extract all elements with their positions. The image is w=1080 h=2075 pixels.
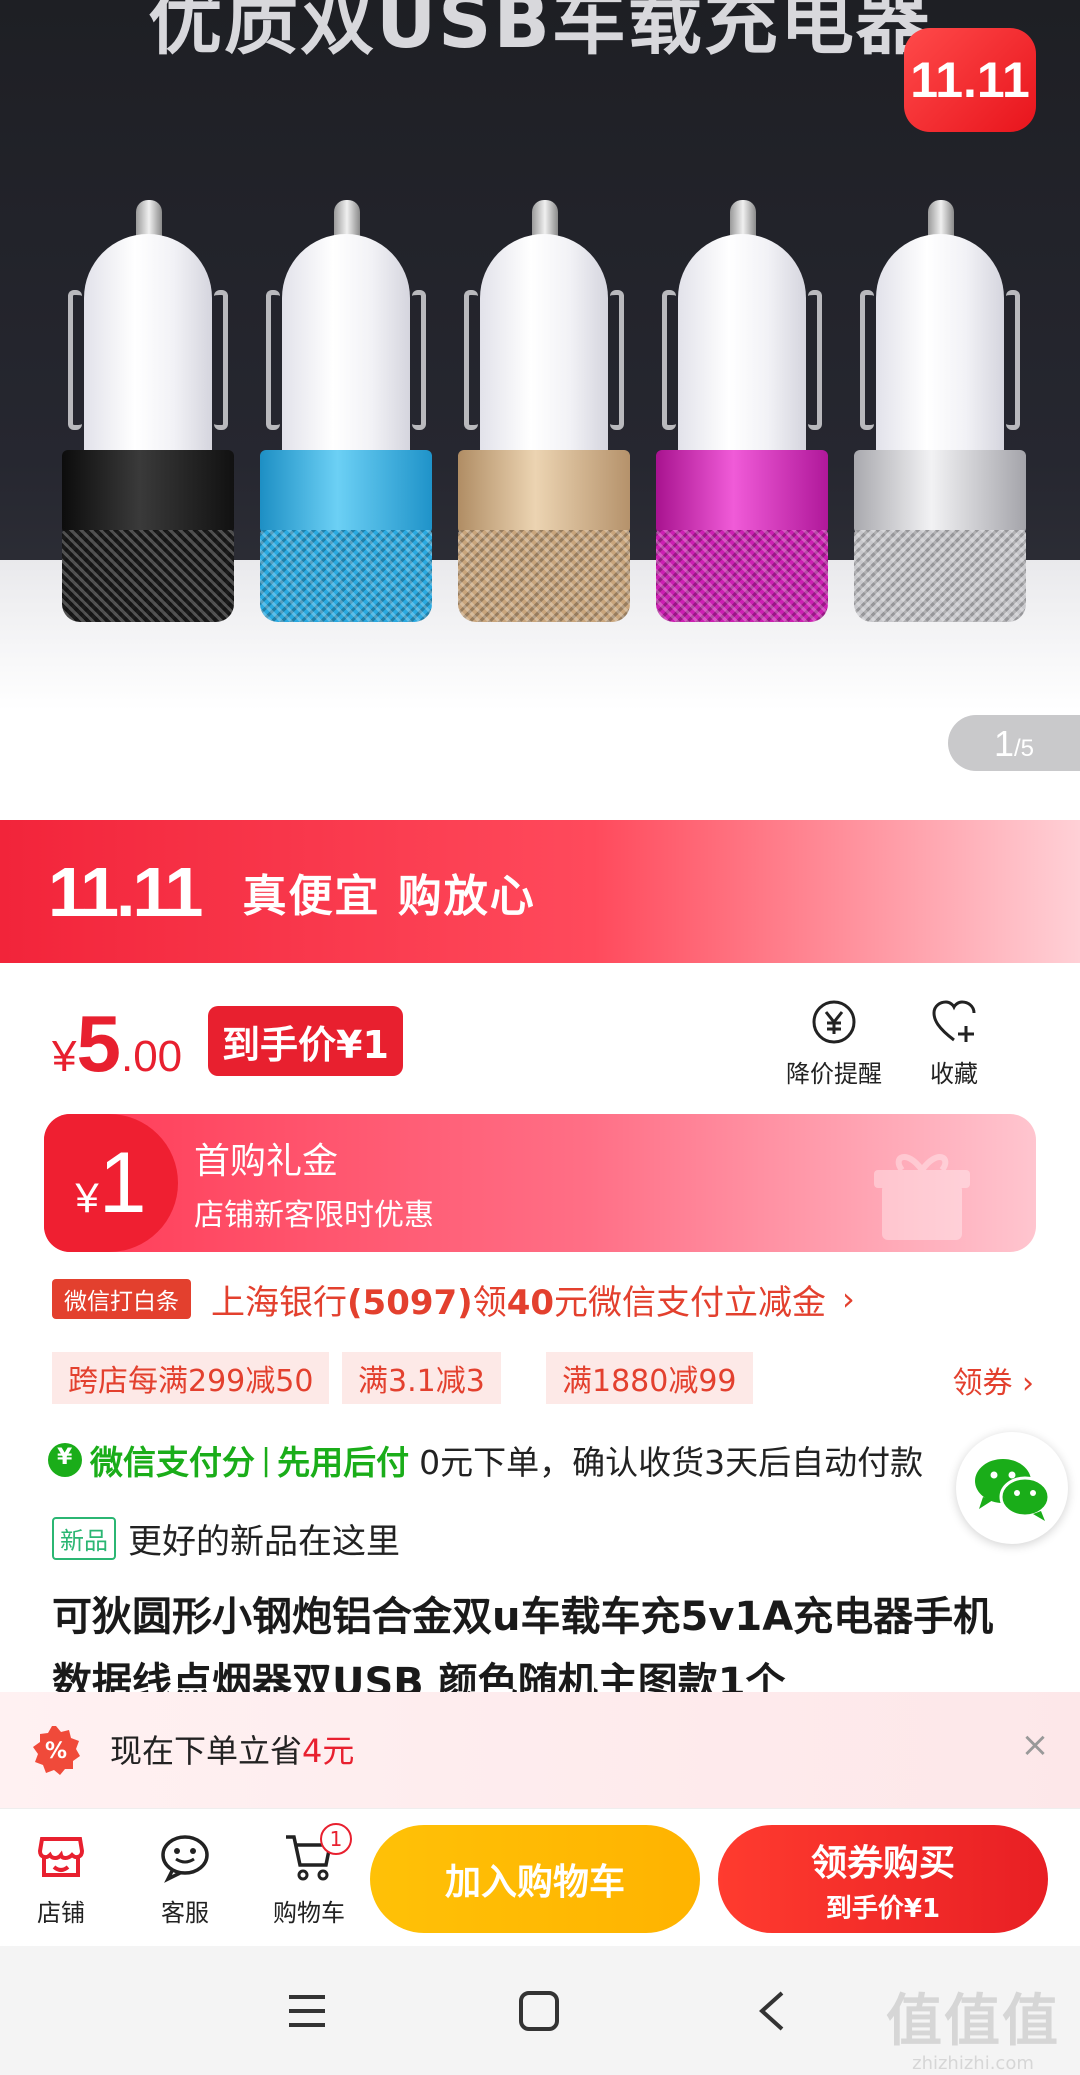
customer-service-icon xyxy=(161,1835,209,1883)
coupon-subtitle: 店铺新客限时优惠 xyxy=(194,1198,434,1233)
charger-magenta xyxy=(656,200,828,660)
price-symbol: ¥ xyxy=(52,1032,77,1081)
wechat-pay-score-icon xyxy=(48,1443,82,1477)
coupon-title: 首购礼金 xyxy=(194,1141,339,1182)
store-button[interactable]: 店铺 xyxy=(6,1829,116,1928)
wechat-share-button[interactable] xyxy=(956,1432,1068,1544)
price-alert-icon xyxy=(812,1000,856,1044)
pay-score-separator: | xyxy=(261,1442,272,1478)
new-item-text: 更好的新品在这里 xyxy=(128,1521,400,1562)
final-price-tag: 到手价¥1 xyxy=(208,1006,403,1076)
image-counter-current: 1 xyxy=(993,723,1014,764)
double11-badge: 11.11 xyxy=(904,28,1036,132)
pay-later-row[interactable]: 微信支付分 | 先用后付 0元下单，确认收货3天后自动付款 xyxy=(48,1432,923,1488)
svg-text:%: % xyxy=(45,1739,67,1764)
bottom-action-bar: 店铺 客服 购物车 1 加入购物车 领券购买 到手价¥1 xyxy=(0,1808,1080,1946)
customer-service-button[interactable]: 客服 xyxy=(130,1829,240,1928)
product-image-carousel[interactable]: 优质双USB车载充电器 11.11 1 /5 xyxy=(0,0,1080,820)
first-purchase-coupon[interactable]: ¥ 1 首购礼金 店铺新客限时优惠 xyxy=(44,1114,1036,1252)
home-icon xyxy=(519,1991,559,2031)
site-watermark: 值值值 zhizhizhi.com xyxy=(886,1976,1060,2074)
back-icon xyxy=(759,1991,784,2031)
home-button[interactable] xyxy=(504,1976,574,2046)
save-now-bar[interactable]: % 现在下单立省4元 × xyxy=(0,1692,1080,1808)
recent-apps-icon xyxy=(289,1995,325,2027)
heart-plus-icon xyxy=(932,1000,976,1042)
new-item-tag: 新品 xyxy=(52,1516,116,1560)
pay-later-description: 0元下单，确认收货3天后自动付款 xyxy=(419,1443,924,1482)
pay-later-feature: 先用后付 xyxy=(277,1443,410,1482)
discount-chip[interactable]: 满3.1减3 xyxy=(342,1352,501,1404)
price-alert-label: 降价提醒 xyxy=(786,1060,882,1088)
wechat-credit-promo[interactable]: 微信打白条 上海银行(5097)领40元微信支付立减金 › xyxy=(52,1274,855,1324)
coupon-value: 1 xyxy=(98,1135,147,1231)
wechat-icon xyxy=(975,1459,1051,1521)
discount-chips: 跨店每满299减50 满3.1减3 满1880减99 领券 › xyxy=(52,1352,1042,1404)
charger-blue xyxy=(260,200,432,660)
coupon-amount: ¥ 1 xyxy=(44,1114,178,1252)
watermark-logo: 值值值 xyxy=(886,1989,1060,2054)
coupon-buy-price: 到手价¥1 xyxy=(825,1893,941,1924)
double11-logo: 11.11 xyxy=(48,852,203,931)
image-counter: 1 /5 xyxy=(948,715,1080,771)
double11-promo-banner[interactable]: 11.11 真便宜 购放心 xyxy=(0,820,1080,963)
charger-silver xyxy=(854,200,1026,660)
current-price: ¥ 5 .00 xyxy=(52,998,182,1090)
price-integer: 5 xyxy=(76,999,121,1088)
bank-promo-text: 上海银行(5097)领40元微信支付立减金 xyxy=(211,1282,827,1323)
coupon-buy-label: 领券购买 xyxy=(810,1842,955,1884)
discount-chip[interactable]: 满1880减99 xyxy=(546,1352,753,1404)
customer-service-label: 客服 xyxy=(161,1899,209,1927)
charger-gold xyxy=(458,200,630,660)
save-now-text: 现在下单立省4元 xyxy=(110,1732,355,1770)
product-title: 可狄圆形小钢炮铝合金双u车载车充5v1A充电器手机数据线点烟器双USB 颜色随机… xyxy=(52,1594,994,1696)
wechat-credit-tag: 微信打白条 xyxy=(52,1279,191,1319)
recent-apps-button[interactable] xyxy=(272,1976,342,2046)
cart-count-badge: 1 xyxy=(320,1823,352,1855)
cart-button[interactable]: 购物车 1 xyxy=(254,1823,364,1928)
system-navigation-bar: 值值值 zhizhizhi.com xyxy=(0,1946,1080,2075)
image-counter-total: /5 xyxy=(1014,735,1035,762)
store-label: 店铺 xyxy=(37,1899,85,1927)
close-icon[interactable]: × xyxy=(1012,1722,1058,1768)
gift-box-icon xyxy=(874,1154,970,1240)
favorite-label: 收藏 xyxy=(930,1060,978,1088)
add-to-cart-button[interactable]: 加入购物车 xyxy=(370,1825,700,1933)
store-icon xyxy=(37,1837,85,1877)
back-button[interactable] xyxy=(736,1976,806,2046)
cart-label: 购物车 xyxy=(273,1899,345,1927)
price-row: ¥ 5 .00 到手价¥1 降价提醒 收藏 xyxy=(0,990,1080,1100)
pay-score-brand: 微信支付分 xyxy=(90,1443,255,1482)
charger-black xyxy=(62,200,234,660)
discount-percent-icon: % xyxy=(33,1726,80,1775)
coupon-symbol: ¥ xyxy=(75,1174,99,1221)
discount-chip[interactable]: 跨店每满299减50 xyxy=(52,1352,330,1404)
favorite-button[interactable]: 收藏 xyxy=(894,996,1014,1089)
coupon-buy-button[interactable]: 领券购买 到手价¥1 xyxy=(718,1825,1048,1933)
price-alert-button[interactable]: 降价提醒 xyxy=(774,996,894,1089)
get-coupon-link[interactable]: 领券 › xyxy=(952,1358,1034,1402)
promo-slogan: 真便宜 购放心 xyxy=(242,870,536,922)
price-decimal: .00 xyxy=(120,1032,183,1081)
new-item-row[interactable]: 新品 更好的新品在这里 xyxy=(52,1512,400,1564)
chevron-right-icon: › xyxy=(842,1280,855,1318)
